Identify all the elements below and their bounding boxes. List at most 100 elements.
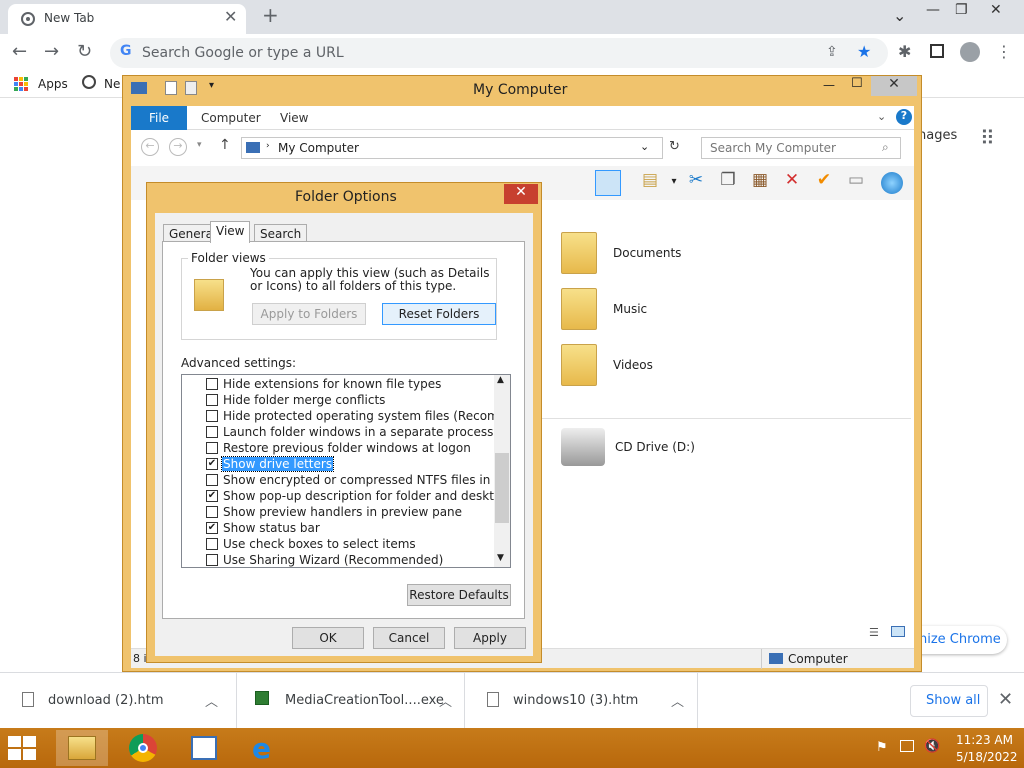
- forward-arrow-icon[interactable]: →: [169, 138, 187, 156]
- omnibox[interactable]: G Search Google or type a URL ⇪ ★: [110, 38, 888, 68]
- setting-checkbox[interactable]: [206, 378, 218, 390]
- download-item[interactable]: MediaCreationTool....exe ︿: [237, 673, 465, 729]
- new-folder-icon[interactable]: [185, 81, 197, 95]
- cd-drive-item[interactable]: CD Drive (D:): [561, 428, 695, 466]
- back-arrow-icon[interactable]: ←: [141, 138, 159, 156]
- check-folder-icon[interactable]: ▤: [637, 170, 663, 196]
- setting-row[interactable]: ✔ Show pop-up description for folder and …: [182, 488, 510, 504]
- new-tab-button[interactable]: +: [262, 3, 279, 27]
- setting-checkbox[interactable]: [206, 506, 218, 518]
- rename-check-icon[interactable]: ✔: [811, 170, 837, 196]
- copy-icon[interactable]: ❐: [715, 170, 741, 196]
- dialog-close-button[interactable]: ✕: [504, 184, 538, 204]
- setting-checkbox[interactable]: [206, 394, 218, 406]
- folder-videos[interactable]: Videos: [561, 344, 653, 386]
- setting-row[interactable]: ✔ Show status bar: [182, 520, 494, 536]
- taskbar-app-button[interactable]: [178, 730, 230, 766]
- clock-date[interactable]: 5/18/2022: [956, 750, 1018, 764]
- network-icon[interactable]: [900, 740, 914, 752]
- large-icons-view-icon[interactable]: [891, 626, 905, 637]
- folder-music[interactable]: Music: [561, 288, 647, 330]
- taskbar-ie-button[interactable]: e: [240, 730, 292, 766]
- restore-button[interactable]: ❐: [955, 2, 968, 18]
- scroll-down-icon[interactable]: ▼: [497, 553, 504, 563]
- qat-dropdown-icon[interactable]: ▾: [209, 80, 214, 91]
- download-item[interactable]: windows10 (3).htm ︿: [465, 673, 698, 729]
- setting-row[interactable]: Launch folder windows in a separate proc…: [182, 424, 494, 440]
- chevron-up-icon[interactable]: ︿: [439, 691, 452, 710]
- setting-row[interactable]: Hide extensions for known file types: [182, 376, 494, 392]
- start-button[interactable]: [8, 736, 38, 760]
- explorer-minimize-button[interactable]: —: [823, 78, 835, 92]
- setting-checkbox[interactable]: [206, 426, 218, 438]
- properties-small-icon[interactable]: ▭: [843, 170, 869, 196]
- reset-folders-button[interactable]: Reset Folders: [382, 303, 496, 325]
- advanced-settings-list[interactable]: Hide extensions for known file types Hide…: [181, 374, 511, 568]
- setting-checkbox[interactable]: ✔: [206, 522, 218, 534]
- address-bar[interactable]: › My Computer ⌄: [241, 137, 663, 159]
- setting-row[interactable]: Hide protected operating system files (R…: [182, 408, 510, 424]
- chrome-tab-new-tab[interactable]: New Tab ✕: [8, 4, 246, 34]
- google-apps-icon[interactable]: ⠿: [980, 126, 995, 150]
- setting-checkbox[interactable]: ✔: [206, 458, 218, 470]
- setting-row[interactable]: Restore previous folder windows at logon: [182, 440, 494, 456]
- scrollbar-thumb[interactable]: [495, 453, 509, 523]
- bookmark-star-icon[interactable]: ★: [857, 42, 871, 61]
- setting-checkbox[interactable]: [206, 538, 218, 550]
- cut-icon[interactable]: ✂: [683, 170, 709, 196]
- volume-muted-icon[interactable]: 🔇: [924, 739, 940, 754]
- setting-checkbox[interactable]: [206, 474, 218, 486]
- tab-file[interactable]: File: [131, 106, 187, 130]
- cancel-button[interactable]: Cancel: [373, 627, 445, 649]
- setting-row[interactable]: Use Sharing Wizard (Recommended): [182, 552, 494, 567]
- tab-search-chevron-icon[interactable]: ⌄: [893, 6, 906, 25]
- shelf-close-icon[interactable]: ✕: [998, 689, 1013, 710]
- clock-time[interactable]: 11:23 AM: [956, 733, 1013, 747]
- action-center-flag-icon[interactable]: ⚑: [876, 740, 888, 755]
- ribbon-expand-chevron-icon[interactable]: ⌄: [877, 110, 886, 123]
- tab-search[interactable]: Search: [254, 224, 308, 242]
- recent-locations-icon[interactable]: ▾: [197, 140, 202, 150]
- explorer-search-input[interactable]: Search My Computer ⌕: [701, 137, 901, 159]
- close-window-button[interactable]: ✕: [990, 2, 1002, 18]
- images-link[interactable]: nages: [918, 128, 957, 143]
- extensions-puzzle-icon[interactable]: ✱: [898, 42, 911, 61]
- setting-checkbox[interactable]: [206, 554, 218, 566]
- apply-button[interactable]: Apply: [454, 627, 526, 649]
- reload-button[interactable]: ↻: [77, 41, 92, 62]
- preview-pane-icon[interactable]: [595, 170, 621, 196]
- setting-row[interactable]: ✔ Show drive letters: [182, 456, 494, 472]
- paste-icon[interactable]: ▦: [747, 170, 773, 196]
- back-button[interactable]: ←: [12, 41, 27, 62]
- help-icon[interactable]: ?: [896, 109, 912, 125]
- chrome-menu-icon[interactable]: ⋮: [996, 42, 1012, 61]
- properties-icon[interactable]: [165, 81, 177, 95]
- tab-view[interactable]: View: [280, 111, 308, 125]
- explorer-close-button[interactable]: ✕: [871, 76, 917, 96]
- setting-row[interactable]: Use check boxes to select items: [182, 536, 494, 552]
- address-dropdown-icon[interactable]: ⌄: [640, 140, 649, 153]
- setting-row[interactable]: Show encrypted or compressed NTFS files …: [182, 472, 510, 488]
- chevron-up-icon[interactable]: ︿: [205, 691, 218, 710]
- refresh-icon[interactable]: ↻: [669, 139, 680, 154]
- show-all-button[interactable]: Show all: [910, 685, 988, 717]
- restore-defaults-button[interactable]: Restore Defaults: [407, 584, 511, 606]
- taskbar-explorer-button[interactable]: [56, 730, 108, 766]
- setting-checkbox[interactable]: ✔: [206, 490, 218, 502]
- explorer-maximize-button[interactable]: ☐: [851, 76, 863, 91]
- setting-row[interactable]: Hide folder merge conflicts: [182, 392, 494, 408]
- chevron-up-icon[interactable]: ︿: [671, 691, 684, 710]
- tab-view-active[interactable]: View: [210, 221, 251, 243]
- settings-scrollbar[interactable]: ▲ ▼: [494, 375, 510, 567]
- side-panel-icon[interactable]: [930, 44, 944, 58]
- bookmark-apps[interactable]: Apps: [38, 77, 68, 91]
- profile-avatar[interactable]: [960, 42, 980, 62]
- up-arrow-icon[interactable]: ↑: [219, 137, 231, 153]
- taskbar-chrome-button[interactable]: [117, 730, 169, 766]
- forward-button[interactable]: →: [44, 41, 59, 62]
- ok-button[interactable]: OK: [292, 627, 364, 649]
- setting-row[interactable]: Show preview handlers in preview pane: [182, 504, 494, 520]
- apply-to-folders-button[interactable]: Apply to Folders: [252, 303, 366, 325]
- tab-computer[interactable]: Computer: [201, 111, 261, 125]
- network-globe-icon[interactable]: [881, 172, 903, 194]
